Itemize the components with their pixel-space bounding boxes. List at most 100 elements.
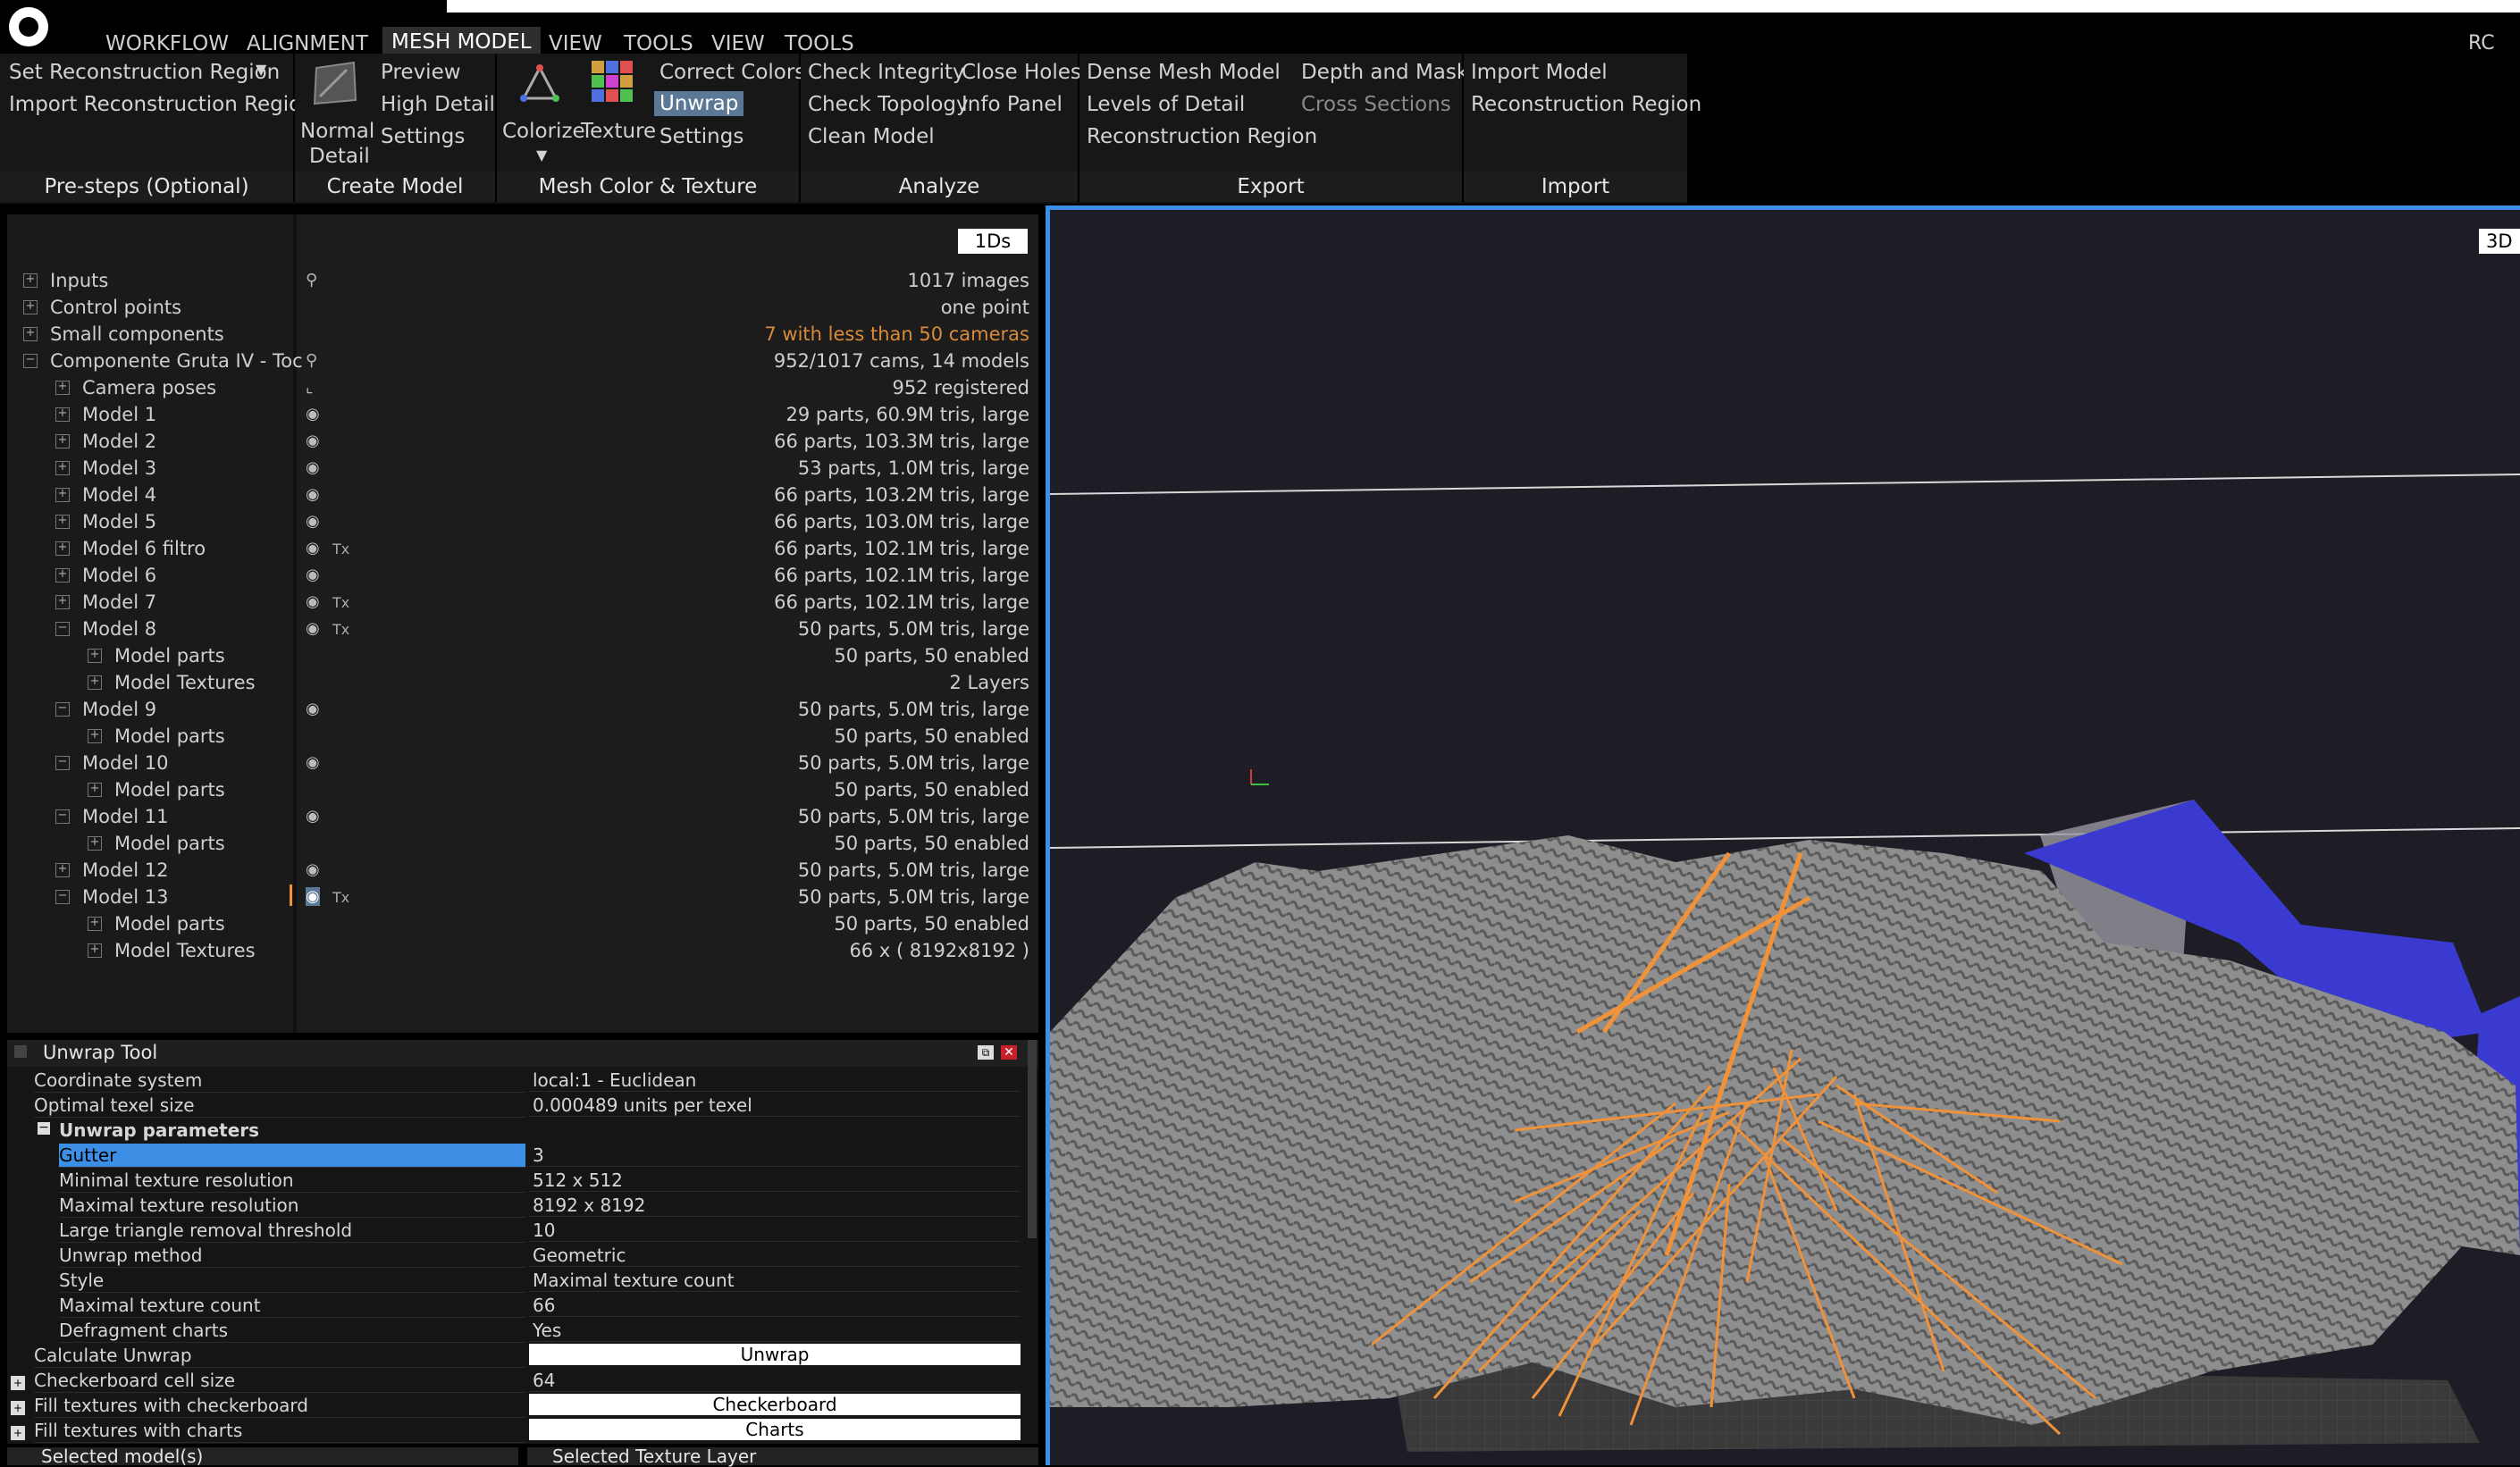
import-reconstruction-region-button[interactable]: Import Reconstruction Region [9, 93, 315, 116]
texture-icon[interactable] [590, 59, 634, 104]
undock-icon[interactable]: ⧉ [978, 1045, 994, 1060]
max-res-value[interactable]: 8192 x 8192 [529, 1194, 1021, 1217]
menu-workflow[interactable]: WORKFLOW [105, 32, 229, 55]
camera-poses-icon[interactable]: ⌞ [306, 378, 313, 397]
fill-checker-button[interactable]: Checkerboard [529, 1394, 1021, 1415]
view-1ds-button[interactable]: 1Ds [958, 229, 1028, 254]
dropdown-arrow-icon[interactable]: ▼ [256, 61, 266, 78]
tree-expand-toggle[interactable]: − [23, 354, 38, 368]
tree-expand-toggle[interactable]: − [55, 702, 70, 717]
texture-button[interactable]: Texture [581, 120, 656, 143]
tree-expand-toggle[interactable]: + [88, 675, 102, 690]
info-panel-button[interactable]: Info Panel [962, 93, 1063, 116]
location-pin-icon[interactable]: ⚲ [306, 351, 317, 370]
tree-node-label[interactable]: Model 3 [82, 457, 156, 479]
tree-expand-toggle[interactable]: − [55, 756, 70, 770]
tree-expand-toggle[interactable]: + [55, 434, 70, 448]
visibility-eye-icon[interactable]: ◉ [306, 432, 320, 450]
collapse-panel-icon[interactable] [14, 1045, 27, 1058]
colorize-icon[interactable] [520, 64, 559, 104]
max-count-value[interactable]: 66 [529, 1294, 1021, 1317]
tree-node-label[interactable]: Model parts [114, 833, 225, 854]
tree-node-label[interactable]: Model parts [114, 725, 225, 747]
normal-detail-label-1[interactable]: Normal [300, 120, 374, 143]
tree-expand-toggle[interactable]: + [88, 836, 102, 851]
visibility-eye-icon[interactable]: ◉ [306, 860, 320, 879]
menu-tools-2[interactable]: TOOLS [785, 32, 854, 55]
visibility-eye-icon[interactable]: ◉ [306, 700, 320, 718]
unwrap-scrollbar[interactable] [1028, 1040, 1037, 1238]
tree-expand-toggle[interactable]: + [88, 943, 102, 958]
tree-expand-toggle[interactable]: + [55, 488, 70, 502]
tree-node-label[interactable]: Model parts [114, 913, 225, 935]
color-settings-button[interactable]: Settings [659, 125, 743, 148]
gutter-value[interactable]: 3 [529, 1144, 1021, 1167]
visibility-eye-icon[interactable]: ◉ [306, 539, 320, 557]
close-icon[interactable]: ✕ [1001, 1045, 1017, 1060]
tree-expand-toggle[interactable]: + [23, 300, 38, 314]
tree-expand-toggle[interactable]: + [88, 917, 102, 931]
visibility-eye-icon[interactable]: ◉ [306, 592, 320, 611]
tree-node-label[interactable]: Model Textures [114, 672, 256, 693]
tree-expand-toggle[interactable]: + [55, 461, 70, 475]
texture-dropdown-icon[interactable]: ▼ [536, 147, 547, 163]
tree-expand-toggle[interactable]: + [55, 568, 70, 583]
tree-node-label[interactable]: Model 9 [82, 699, 156, 720]
min-res-value[interactable]: 512 x 512 [529, 1169, 1021, 1192]
selected-models-tab[interactable]: Selected model(s) [7, 1446, 518, 1467]
tree-node-label[interactable]: Model 4 [82, 484, 156, 506]
calculate-unwrap-button[interactable]: Unwrap [529, 1344, 1021, 1365]
export-lod-button[interactable]: Levels of Detail [1087, 93, 1245, 116]
import-model-button[interactable]: Import Model [1471, 61, 1608, 84]
tree-node-label[interactable]: Model Textures [114, 940, 256, 961]
visibility-eye-icon[interactable]: ◉ [306, 458, 320, 477]
tree-expand-toggle[interactable]: + [23, 273, 38, 288]
tree-expand-toggle[interactable]: + [88, 649, 102, 663]
tree-node-label[interactable]: Model 6 [82, 565, 156, 586]
side-expand-icon-3[interactable]: + [11, 1426, 25, 1440]
visibility-eye-icon[interactable]: ◉ [306, 887, 320, 906]
export-dense-mesh-button[interactable]: Dense Mesh Model [1087, 61, 1281, 84]
set-reconstruction-region-button[interactable]: Set Reconstruction Region [9, 61, 280, 84]
menu-view[interactable]: VIEW [549, 32, 602, 55]
tree-node-label[interactable]: Model 10 [82, 752, 168, 774]
tree-node-label[interactable]: Model 12 [82, 859, 168, 881]
correct-colors-button[interactable]: Correct Colors [659, 61, 805, 84]
normal-detail-label-2[interactable]: Detail [309, 145, 370, 168]
collapse-params-icon[interactable]: − [38, 1121, 50, 1135]
menu-alignment[interactable]: ALIGNMENT [247, 32, 368, 55]
check-topology-button[interactable]: Check Topology [808, 93, 969, 116]
visibility-eye-icon[interactable]: ◉ [306, 753, 320, 772]
tree-node-label[interactable]: Componente Gruta IV - Toc [50, 350, 303, 372]
high-detail-button[interactable]: High Detail [381, 93, 495, 116]
tree-expand-toggle[interactable]: − [55, 890, 70, 904]
close-holes-button[interactable]: Close Holes [962, 61, 1081, 84]
defrag-value[interactable]: Yes [529, 1319, 1021, 1342]
import-recon-region-button[interactable]: Reconstruction Region [1471, 93, 1701, 116]
3d-scene[interactable] [1050, 210, 2520, 1465]
colorize-button[interactable]: Colorize [502, 120, 585, 143]
export-recon-region-button[interactable]: Reconstruction Region [1087, 125, 1317, 148]
app-logo-icon[interactable] [9, 7, 48, 46]
unwrap-button[interactable]: Unwrap [654, 91, 744, 116]
clean-model-button[interactable]: Clean Model [808, 125, 935, 148]
tree-node-label[interactable]: Model 13 [82, 886, 168, 908]
normal-detail-icon[interactable] [311, 61, 361, 105]
tree-node-label[interactable]: Model 2 [82, 431, 156, 452]
coord-system-value[interactable]: local:1 - Euclidean [529, 1069, 1021, 1092]
tree-expand-toggle[interactable]: + [88, 783, 102, 797]
tree-expand-toggle[interactable]: + [55, 515, 70, 529]
large-tri-value[interactable]: 10 [529, 1219, 1021, 1242]
3d-viewport[interactable] [1046, 205, 2520, 1465]
visibility-eye-icon[interactable]: ◉ [306, 512, 320, 531]
tree-node-label[interactable]: Model parts [114, 779, 225, 801]
tree-node-label[interactable]: Camera poses [82, 377, 216, 398]
tree-expand-toggle[interactable]: + [55, 381, 70, 395]
side-expand-icon-1[interactable]: + [11, 1376, 25, 1390]
tree-expand-toggle[interactable]: + [55, 407, 70, 422]
tree-node-label[interactable]: Control points [50, 297, 181, 318]
create-settings-button[interactable]: Settings [381, 125, 465, 148]
menu-view-2[interactable]: VIEW [711, 32, 765, 55]
unwrap-method-value[interactable]: Geometric [529, 1244, 1021, 1267]
visibility-eye-icon[interactable]: ◉ [306, 405, 320, 423]
